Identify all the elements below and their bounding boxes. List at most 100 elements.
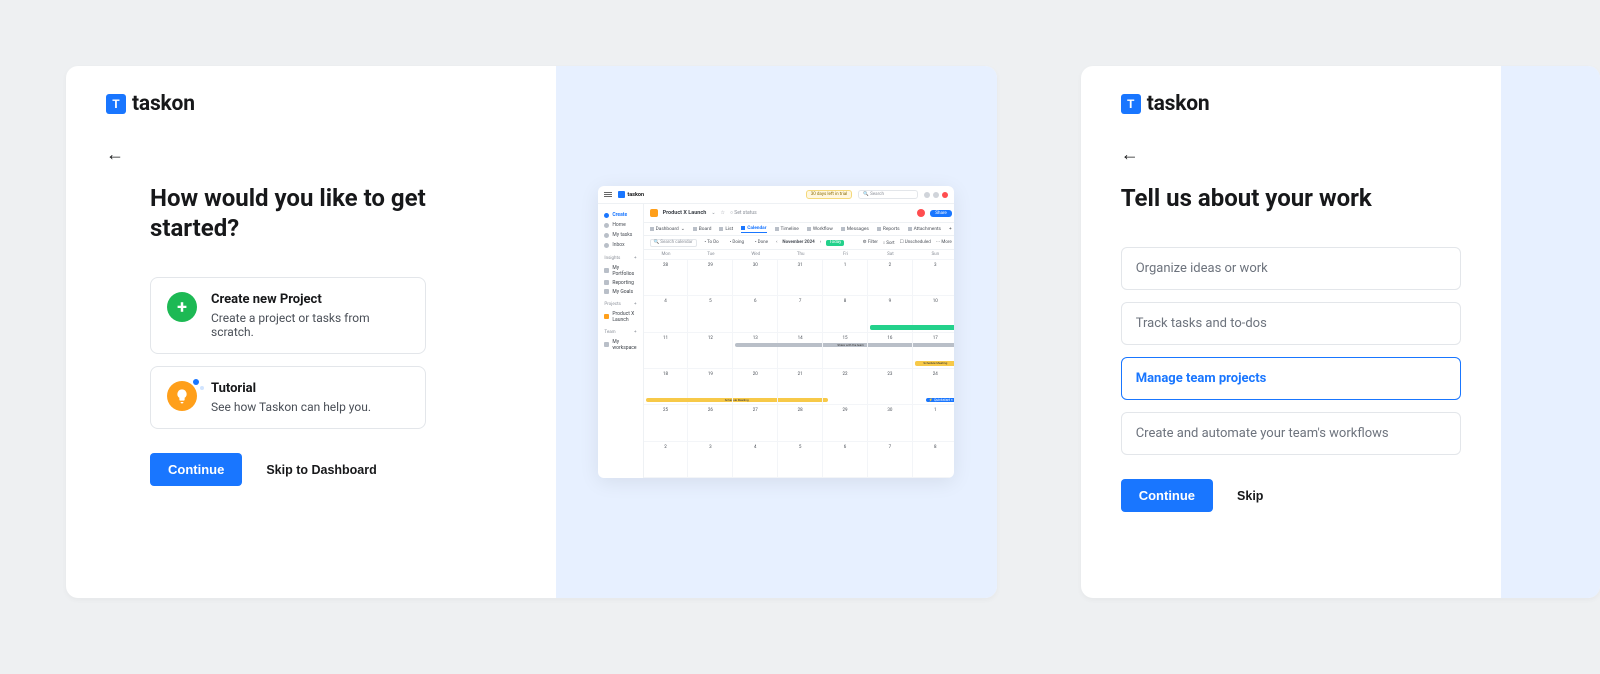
dayhead: Mon <box>644 252 689 257</box>
left-pane: T taskon ← How would you like to get sta… <box>66 66 556 598</box>
chip-todo: • To Do <box>702 240 722 246</box>
calendar-cell: 2 <box>644 442 689 478</box>
mini-side-mytasks: My tasks <box>604 230 636 240</box>
calendar-cell: 19 <box>688 369 733 405</box>
chart-icon <box>604 280 609 285</box>
dayhead: Sun <box>913 252 954 257</box>
tab-list: List <box>719 227 733 232</box>
dayhead: Thu <box>778 252 823 257</box>
target-icon <box>604 289 609 294</box>
mini-brand-logo: taskon <box>618 191 644 198</box>
filter-button: ⚙ Filter <box>863 240 878 245</box>
calendar-cell: 14 <box>778 333 823 369</box>
unscheduled-button: ☐ Unscheduled <box>900 240 931 245</box>
option-desc: Create a project or tasks from scratch. <box>211 311 409 339</box>
label: My Portfolios <box>612 265 636 277</box>
gear-icon <box>933 192 939 198</box>
mini-search-input: 🔍 Search <box>858 190 918 199</box>
mini-calendar: Mon Tue Wed Thu Fri Sat Sun 282930311234… <box>644 250 955 478</box>
chip-done: • Done <box>752 240 771 246</box>
work-option-track[interactable]: Track tasks and to-dos <box>1121 302 1461 345</box>
brand-logo: T taskon <box>106 92 516 116</box>
reports-icon <box>877 227 881 231</box>
project-color-icon <box>650 209 658 217</box>
onboarding-step-get-started: T taskon ← How would you like to get sta… <box>66 66 997 598</box>
chip-doing: • Doing <box>727 240 747 246</box>
work-option-automate[interactable]: Create and automate your team's workflow… <box>1121 412 1461 455</box>
work-option-organize[interactable]: Organize ideas or work <box>1121 247 1461 290</box>
calendar-cell: 5 <box>688 296 733 332</box>
attachment-icon <box>908 227 912 231</box>
option-title: Create new Project <box>211 292 409 307</box>
tab-messages: Messages <box>841 227 869 232</box>
calendar-cell: 7 <box>778 296 823 332</box>
month-label: November 2024 <box>782 240 814 245</box>
calendar-search: 🔍 Search calendar <box>650 239 697 247</box>
continue-button[interactable]: Continue <box>1121 479 1213 512</box>
work-option-list: Organize ideas or work Track tasks and t… <box>1121 247 1461 455</box>
tab-calendar: Calendar <box>741 226 766 233</box>
dayhead: Fri <box>823 252 868 257</box>
continue-button[interactable]: Continue <box>150 453 242 486</box>
today-button: Today <box>826 240 844 246</box>
brand-name: taskon <box>1147 92 1210 116</box>
calendar-cell: 21 <box>778 369 823 405</box>
mini-side-goals: My Goals <box>604 287 636 296</box>
inbox-icon <box>604 243 609 248</box>
option-create-project[interactable]: + Create new Project Create a project or… <box>150 277 426 354</box>
calendar-cell: 23 <box>868 369 913 405</box>
list-icon <box>719 227 723 231</box>
dayhead: Tue <box>688 252 733 257</box>
calendar-cell: 2 <box>868 260 913 296</box>
mini-search-placeholder: Search <box>870 192 884 197</box>
skip-to-dashboard-button[interactable]: Skip to Dashboard <box>266 463 376 477</box>
calendar-cell: 10 <box>913 296 954 332</box>
hamburger-icon <box>604 192 612 197</box>
work-option-manage[interactable]: Manage team projects <box>1121 357 1461 400</box>
calendar-cell: 1 <box>913 405 954 441</box>
calendar-cell: 29 <box>823 405 868 441</box>
mini-side-reporting: Reporting <box>604 278 636 287</box>
calendar-cell: 11 <box>644 333 689 369</box>
trial-badge: 30 days left in trial <box>806 190 853 199</box>
brand-logo: T taskon <box>1121 92 1461 116</box>
calendar-cell: 30 <box>733 260 778 296</box>
check-icon <box>604 233 609 238</box>
calendar-cell: 4 <box>733 442 778 478</box>
bell-icon <box>924 192 930 198</box>
option-desc: See how Taskon can help you. <box>211 400 371 414</box>
calendar-cell: 25 <box>644 405 689 441</box>
people-icon <box>604 342 609 347</box>
actions-row: Continue Skip to Dashboard <box>106 453 516 486</box>
tab-reports: Reports <box>877 227 900 232</box>
option-tutorial[interactable]: Tutorial See how Taskon can help you. <box>150 366 426 429</box>
tab-workflow: Workflow <box>807 227 833 232</box>
calendar-icon <box>741 226 745 230</box>
calendar-cell: 31 <box>778 260 823 296</box>
calendar-cell: 3 <box>913 260 954 296</box>
event-schedule-1: Schedule Meeting <box>915 361 954 366</box>
calendar-cell: 8 <box>913 442 954 478</box>
brand-name: taskon <box>132 92 195 116</box>
next-month-icon: › <box>820 240 821 245</box>
calendar-cell: 3 <box>688 442 733 478</box>
preview-pane: taskon 30 days left in trial 🔍 Search Cr… <box>556 66 997 598</box>
back-arrow-icon[interactable]: ← <box>106 144 124 165</box>
mini-side-create: Create <box>604 210 636 220</box>
mini-side-workspace: My workspace <box>604 337 636 352</box>
mini-project-header: Product X Launch ⌄ ☆ ○ Set status Share <box>644 204 955 222</box>
calendar-cell: 22 <box>823 369 868 405</box>
sort-button: ↕ Sort <box>883 240 895 246</box>
lightbulb-icon <box>167 381 197 411</box>
prev-month-icon: ‹ <box>776 240 777 245</box>
calendar-cell: 7 <box>868 442 913 478</box>
calendar-cell: 18Schedule Meeting <box>644 369 689 405</box>
calendar-cell: 16 <box>868 333 913 369</box>
label: Product X Launch <box>612 311 636 323</box>
brand-mark-icon <box>618 191 625 198</box>
messages-icon <box>841 227 845 231</box>
mini-side-project-x: Product X Launch <box>604 309 636 324</box>
back-arrow-icon[interactable]: ← <box>1121 144 1139 165</box>
skip-button[interactable]: Skip <box>1237 489 1263 503</box>
brand-mark-icon: T <box>1121 94 1141 114</box>
